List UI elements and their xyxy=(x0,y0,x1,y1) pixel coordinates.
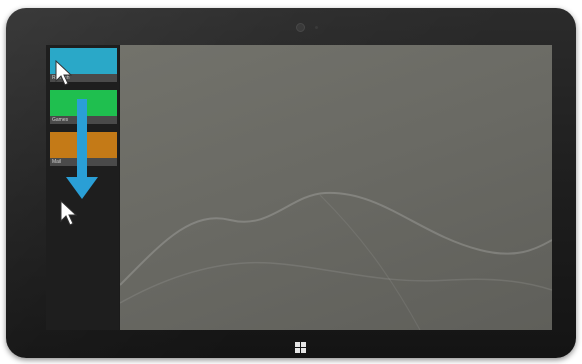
app-switcher-panel: Refresh Games Mail xyxy=(46,45,119,330)
tablet-device: Refresh Games Mail xyxy=(6,8,576,358)
mouse-pointer-icon xyxy=(60,200,78,226)
mouse-pointer-icon xyxy=(55,60,73,86)
camera-icon xyxy=(296,23,305,32)
desktop-background xyxy=(119,45,552,330)
screen: Refresh Games Mail xyxy=(46,45,552,330)
windows-logo-icon[interactable] xyxy=(295,342,306,353)
wallpaper-curves xyxy=(119,191,552,330)
swipe-down-arrow-icon xyxy=(66,99,98,199)
light-sensor xyxy=(315,26,318,29)
